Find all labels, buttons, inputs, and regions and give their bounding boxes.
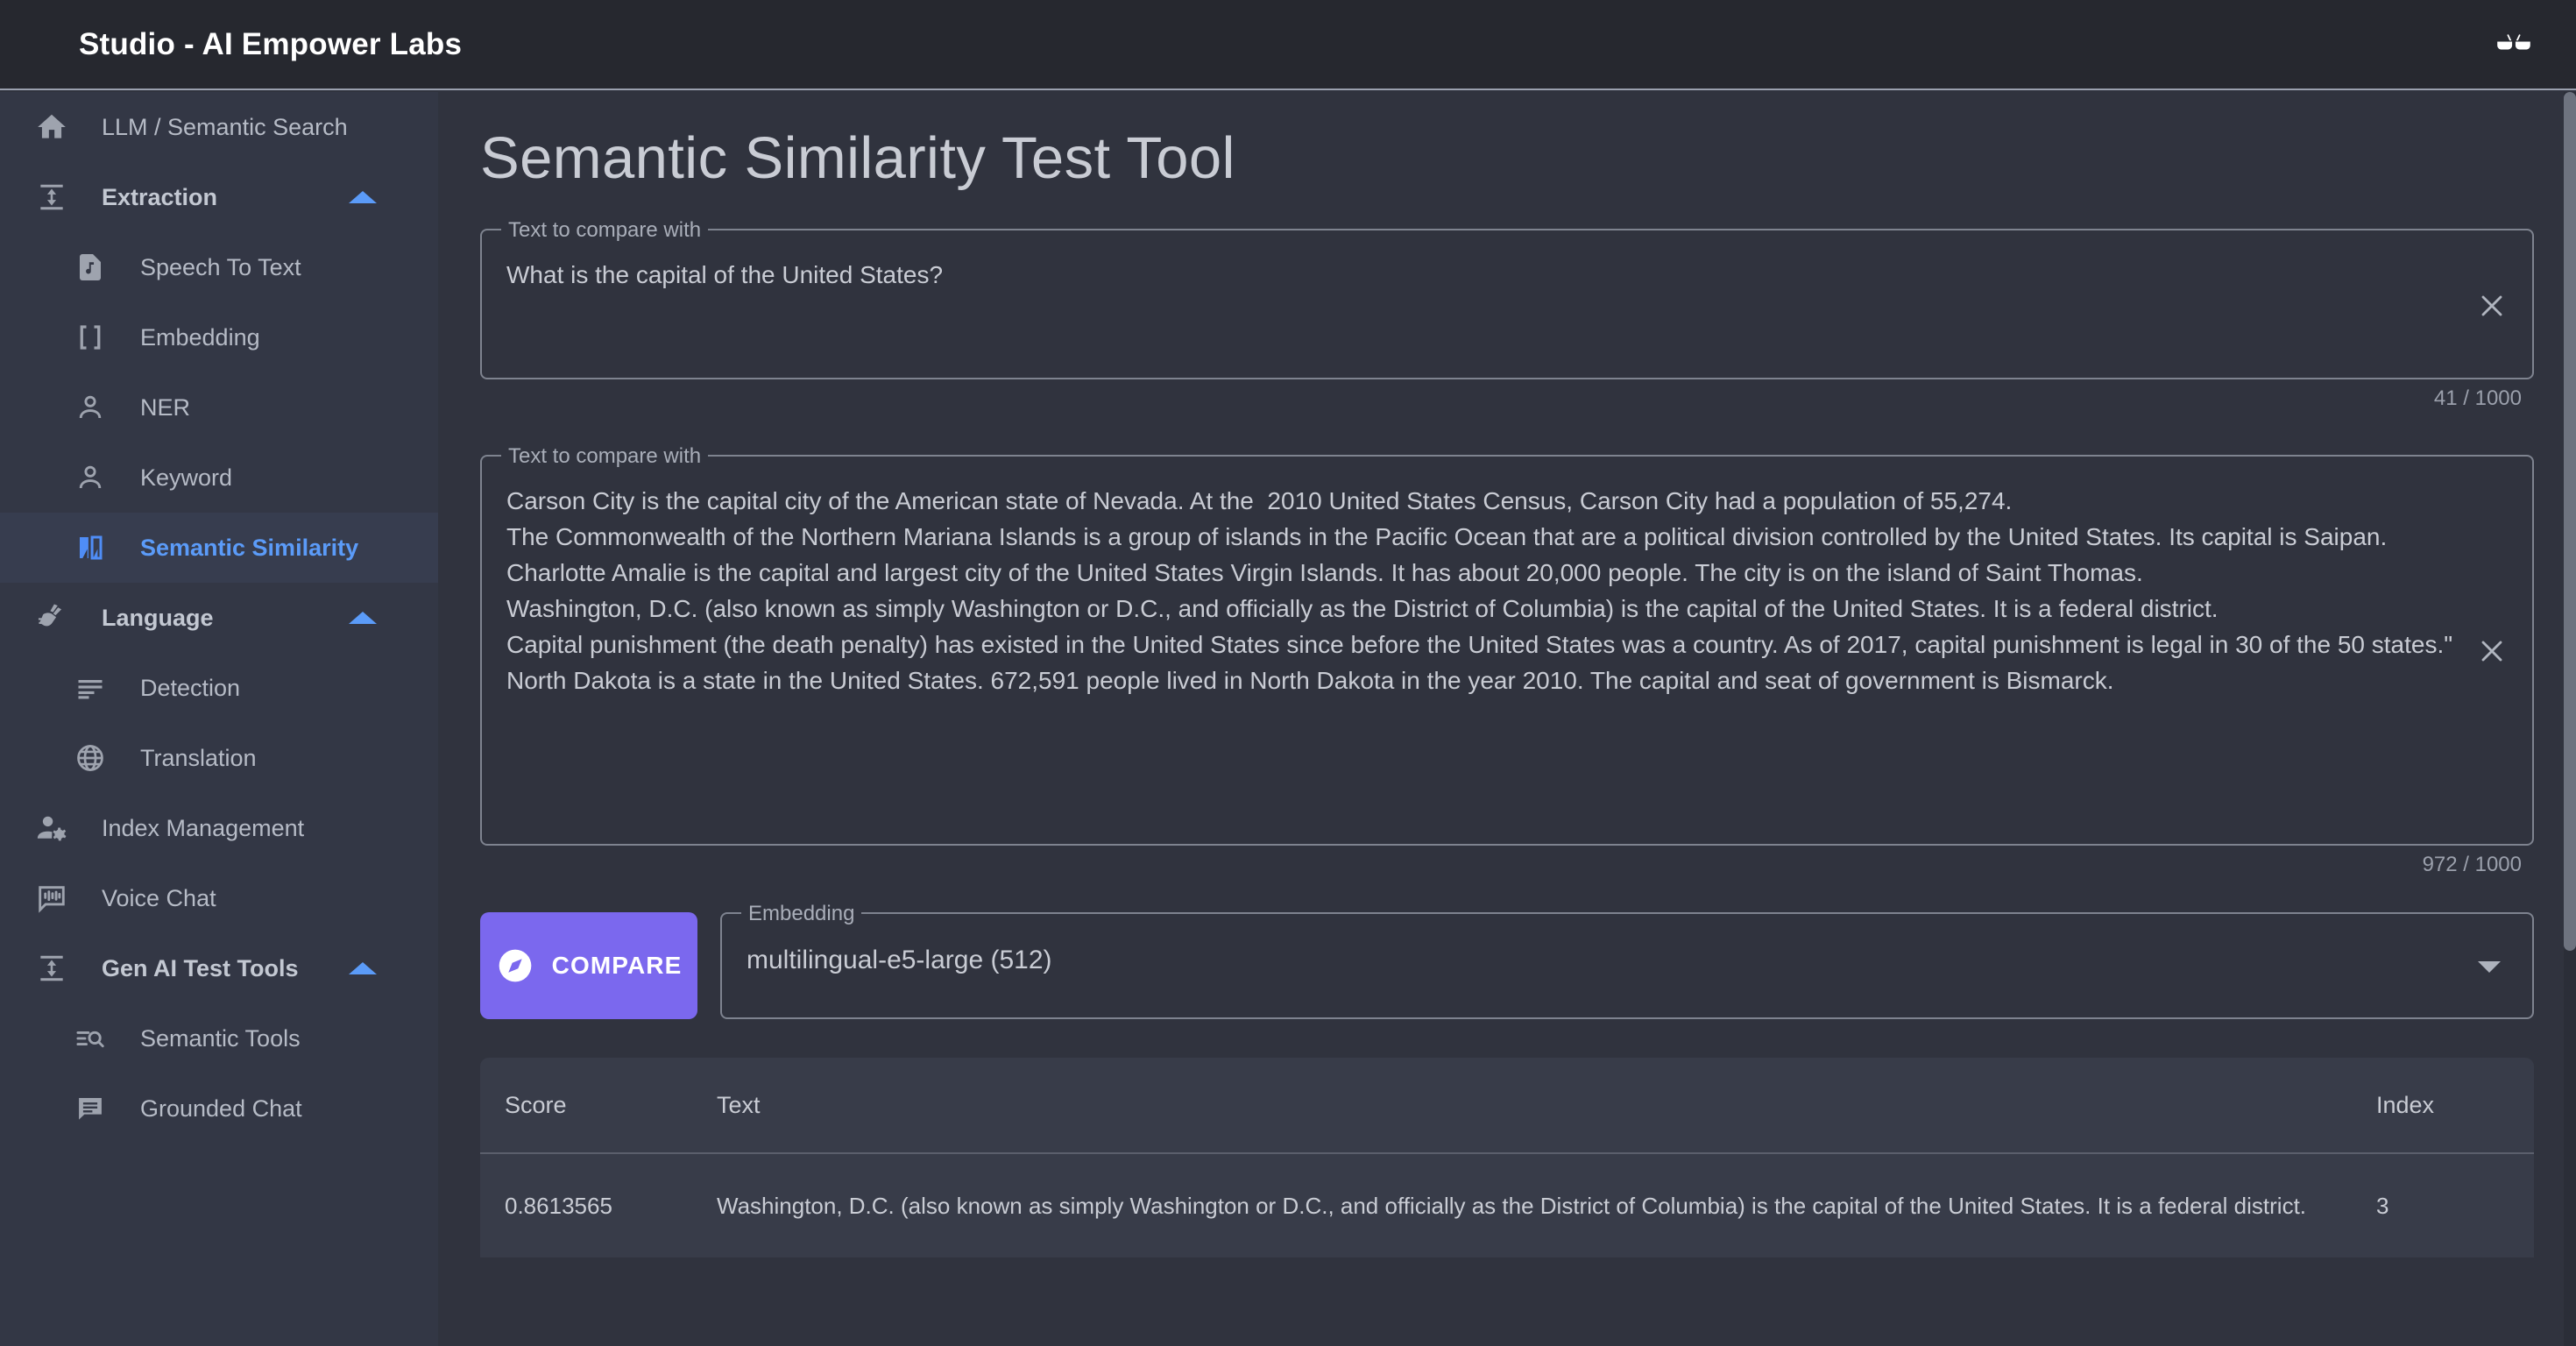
corpus-char-counter: 972 / 1000 xyxy=(2422,853,2522,876)
compare-button[interactable]: COMPARE xyxy=(480,912,697,1019)
text-lines-icon xyxy=(70,668,110,708)
explore-icon xyxy=(496,946,534,985)
chevron-up-icon[interactable] xyxy=(349,612,377,624)
close-icon[interactable] xyxy=(2474,288,2509,323)
embedding-select-legend: Embedding xyxy=(741,900,862,928)
table-row[interactable]: 0.8613565 Washington, D.C. (also known a… xyxy=(480,1154,2534,1257)
scrollbar-thumb[interactable] xyxy=(2564,92,2576,951)
sidebar: LLM / Semantic Search Extraction Speech … xyxy=(0,92,438,1346)
globe-icon xyxy=(70,738,110,778)
sidebar-group-gen-ai-test-tools[interactable]: Gen AI Test Tools xyxy=(0,933,438,1003)
embedding-select-value: multilingual-e5-large (512) xyxy=(747,946,1052,974)
sidebar-item-llm-semantic-search[interactable]: LLM / Semantic Search xyxy=(0,92,438,162)
table-header-row: Score Text Index xyxy=(480,1058,2534,1154)
sidebar-item-voice-chat[interactable]: Voice Chat xyxy=(0,863,438,933)
compare-pages-icon xyxy=(70,528,110,568)
sidebar-item-label: Grounded Chat xyxy=(140,1095,302,1122)
sidebar-item-label: Index Management xyxy=(102,814,305,841)
person-icon xyxy=(70,457,110,498)
corpus-field-legend: Text to compare with xyxy=(501,443,709,471)
main-content: Semantic Similarity Test Tool Text to co… xyxy=(438,92,2576,1346)
corpus-field-value[interactable]: Carson City is the capital city of the A… xyxy=(482,457,2532,725)
chevron-up-icon[interactable] xyxy=(349,962,377,974)
sidebar-group-language[interactable]: Language xyxy=(0,583,438,653)
sidebar-item-translation[interactable]: Translation xyxy=(0,723,438,793)
sidebar-group-label: Extraction xyxy=(102,183,218,210)
results-table: Score Text Index 0.8613565 Washington, D… xyxy=(480,1058,2534,1257)
cell-index: 3 xyxy=(2376,1193,2389,1219)
query-field-value[interactable]: What is the capital of the United States… xyxy=(482,230,2532,319)
compare-row: COMPARE Embedding multilingual-e5-large … xyxy=(480,900,2534,1019)
sidebar-group-label: Gen AI Test Tools xyxy=(102,954,299,981)
corpus-text-field[interactable]: Text to compare with Carson City is the … xyxy=(480,443,2534,846)
app-bar: Studio - AI Empower Labs xyxy=(0,0,2576,90)
chevron-down-icon[interactable] xyxy=(2478,961,2501,973)
height-icon xyxy=(32,177,72,217)
search-list-icon xyxy=(70,1018,110,1059)
sign-language-icon xyxy=(32,598,72,638)
sidebar-item-semantic-similarity[interactable]: Semantic Similarity xyxy=(0,513,438,583)
sidebar-item-label: Keyword xyxy=(140,464,233,491)
sidebar-item-label: Semantic Tools xyxy=(140,1024,301,1052)
sidebar-group-extraction[interactable]: Extraction xyxy=(0,162,438,232)
sidebar-item-speech-to-text[interactable]: Speech To Text xyxy=(0,232,438,302)
sidebar-item-label: Translation xyxy=(140,744,257,771)
height-icon xyxy=(32,948,72,988)
sidebar-item-label: Embedding xyxy=(140,323,260,351)
brackets-icon xyxy=(70,317,110,358)
sidebar-item-label: Semantic Similarity xyxy=(140,534,359,561)
cell-score: 0.8613565 xyxy=(505,1193,612,1219)
compare-button-label: COMPARE xyxy=(551,952,683,979)
sidebar-item-label: Voice Chat xyxy=(102,884,216,911)
chat-icon xyxy=(70,1088,110,1129)
sidebar-item-ner[interactable]: NER xyxy=(0,372,438,443)
query-char-counter: 41 / 1000 xyxy=(2433,386,2522,410)
sidebar-item-label: Speech To Text xyxy=(140,253,301,280)
voice-chat-icon xyxy=(32,878,72,918)
query-field-legend: Text to compare with xyxy=(501,216,709,244)
column-header-text: Text xyxy=(717,1091,761,1118)
column-header-score: Score xyxy=(505,1091,567,1118)
sidebar-item-grounded-chat[interactable]: Grounded Chat xyxy=(0,1073,438,1144)
close-icon[interactable] xyxy=(2474,634,2509,669)
sidebar-group-label: Language xyxy=(102,604,214,631)
chevron-up-icon[interactable] xyxy=(349,191,377,203)
audio-file-icon xyxy=(70,247,110,287)
page-title: Semantic Similarity Test Tool xyxy=(480,125,1235,191)
query-text-field[interactable]: Text to compare with What is the capital… xyxy=(480,216,2534,379)
app-title: Studio - AI Empower Labs xyxy=(79,26,463,61)
embedding-select[interactable]: Embedding multilingual-e5-large (512) xyxy=(720,900,2534,1019)
manage-accounts-icon xyxy=(32,808,72,848)
sidebar-item-semantic-tools[interactable]: Semantic Tools xyxy=(0,1003,438,1073)
sidebar-item-embedding[interactable]: Embedding xyxy=(0,302,438,372)
cell-text: Washington, D.C. (also known as simply W… xyxy=(717,1193,2307,1219)
glasses-icon[interactable] xyxy=(2494,25,2534,65)
sidebar-item-label: LLM / Semantic Search xyxy=(102,113,348,140)
sidebar-item-keyword[interactable]: Keyword xyxy=(0,443,438,513)
person-icon xyxy=(70,387,110,428)
home-icon xyxy=(32,107,72,147)
sidebar-item-label: NER xyxy=(140,393,191,421)
sidebar-item-index-management[interactable]: Index Management xyxy=(0,793,438,863)
column-header-index: Index xyxy=(2376,1091,2435,1118)
app-bar-actions xyxy=(2494,25,2534,65)
sidebar-item-detection[interactable]: Detection xyxy=(0,653,438,723)
sidebar-item-label: Detection xyxy=(140,674,241,701)
page-scrollbar[interactable] xyxy=(2564,92,2576,1346)
